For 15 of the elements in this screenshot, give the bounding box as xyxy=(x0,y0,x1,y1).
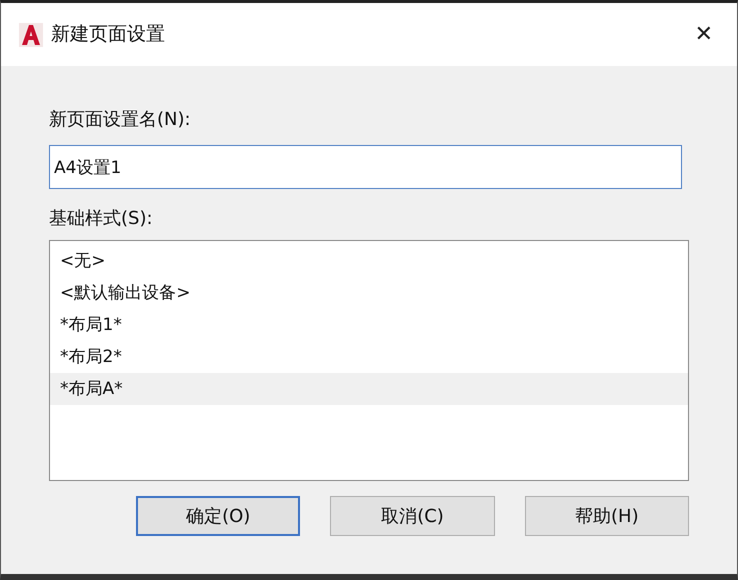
window-title: 新建页面设置 xyxy=(51,22,165,48)
list-label: 基础样式(S): xyxy=(49,207,154,231)
list-item[interactable]: <无> xyxy=(50,245,688,277)
dialog-button[interactable]: 取消(C) xyxy=(330,496,495,536)
field-label: 新页面设置名(N): xyxy=(49,108,192,132)
list-item[interactable]: *布局2* xyxy=(50,341,688,373)
style-list[interactable]: <无> <默认输出设备> *布局1* *布局2* *布局A* xyxy=(49,240,689,481)
list-item[interactable]: *布局A* xyxy=(50,373,688,405)
dialog-button[interactable]: 帮助(H) xyxy=(524,496,689,536)
name-input-field[interactable]: A4设置1 xyxy=(49,145,682,189)
close-button[interactable]: ✕ xyxy=(688,18,719,51)
dialog-button[interactable]: 确定(O) xyxy=(136,496,300,536)
app-logo-icon xyxy=(19,22,43,46)
list-item[interactable]: *布局1* xyxy=(50,309,688,341)
list-item[interactable]: <默认输出设备> xyxy=(50,277,688,309)
